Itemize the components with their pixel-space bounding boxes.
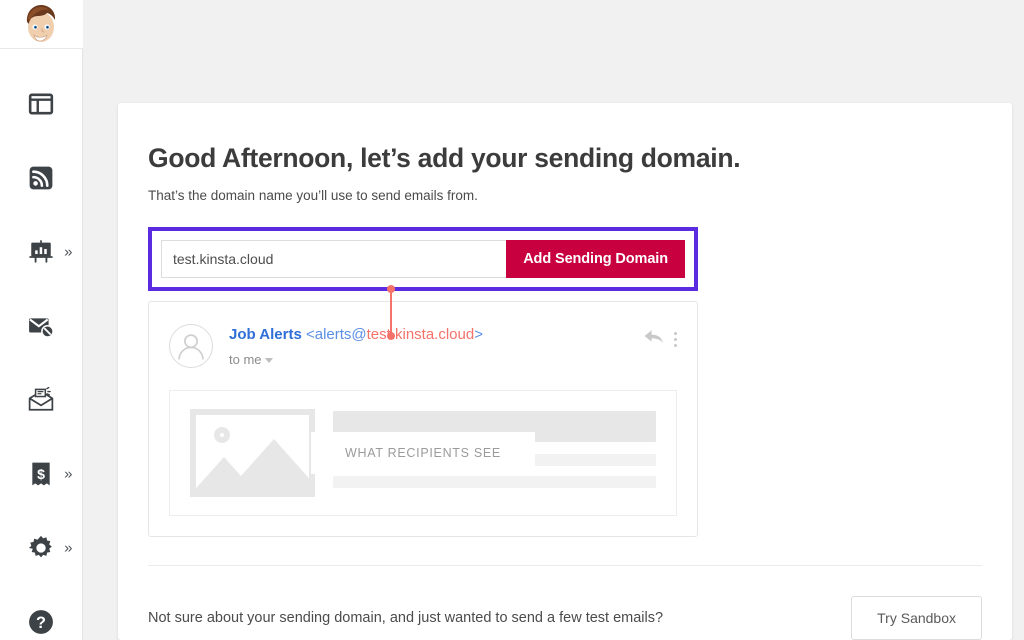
templates-icon — [28, 387, 54, 413]
sidebar-item-help[interactable]: ? — [0, 585, 83, 640]
dashboard-icon — [28, 91, 54, 117]
suppression-icon — [28, 313, 54, 339]
sidebar-item-templates[interactable] — [0, 363, 83, 437]
user-avatar-icon — [17, 0, 65, 48]
settings-icon — [28, 535, 54, 561]
chevron-down-icon — [265, 358, 273, 363]
email-preview-card: Job Alerts <alerts@test.kinsta.cloud> to… — [148, 301, 698, 537]
try-sandbox-button[interactable]: Try Sandbox — [851, 596, 982, 640]
broadcast-icon — [28, 165, 54, 191]
image-mountain-shape-large — [224, 439, 315, 495]
domain-input-row: Add Sending Domain — [161, 240, 685, 278]
email-from-close: > — [474, 326, 483, 343]
email-preview-header: Job Alerts <alerts@test.kinsta.cloud> to… — [169, 324, 677, 368]
sidebar-item-analytics[interactable]: » — [0, 215, 83, 289]
skeleton-line — [333, 476, 656, 488]
section-divider — [148, 565, 982, 566]
content-area: Good Afternoon, let’s add your sending d… — [83, 0, 1024, 640]
what-recipients-see-label: WHAT RECIPIENTS SEE — [311, 432, 535, 474]
sidebar-item-suppressions[interactable] — [0, 289, 83, 363]
sender-avatar-icon — [169, 324, 213, 368]
sidebar-chevron: » — [64, 467, 72, 482]
sidebar-nav: » — [0, 49, 83, 640]
sidebar-item-dashboard[interactable] — [0, 67, 83, 141]
page-subtitle: That’s the domain name you’ll use to sen… — [148, 188, 982, 203]
sidebar-item-billing[interactable]: $ » — [0, 437, 83, 511]
sidebar-chevron: » — [64, 541, 72, 556]
annotation-connector-line — [390, 289, 392, 336]
email-preview-meta: Job Alerts <alerts@test.kinsta.cloud> to… — [229, 324, 643, 367]
avatar[interactable] — [0, 0, 83, 49]
more-options-icon[interactable] — [674, 332, 677, 347]
help-icon: ? — [28, 609, 54, 635]
svg-text:?: ? — [36, 614, 46, 632]
email-actions — [643, 324, 677, 351]
email-from-open: <alerts@ — [306, 326, 367, 343]
sidebar: » — [0, 0, 83, 640]
svg-text:$: $ — [37, 466, 45, 482]
reply-icon[interactable] — [643, 328, 665, 351]
sandbox-description: Not sure about your sending domain, and … — [148, 607, 663, 629]
analytics-icon — [28, 239, 54, 265]
page-title: Good Afternoon, let’s add your sending d… — [148, 143, 982, 175]
onboarding-card: Good Afternoon, let’s add your sending d… — [118, 103, 1012, 640]
add-sending-domain-button[interactable]: Add Sending Domain — [506, 240, 685, 278]
billing-icon: $ — [28, 461, 54, 487]
image-placeholder-icon — [190, 409, 315, 497]
sidebar-chevron: » — [64, 245, 72, 260]
domain-input[interactable] — [161, 240, 506, 278]
email-to-line[interactable]: to me — [229, 352, 643, 367]
email-preview-body: WHAT RECIPIENTS SEE — [169, 390, 677, 516]
email-from-domain: test.kinsta.cloud — [367, 326, 475, 343]
sidebar-item-settings[interactable]: » — [0, 511, 83, 585]
highlight-annotation-box: Add Sending Domain — [148, 227, 698, 291]
email-to-label: to me — [229, 352, 262, 367]
email-from-line: Job Alerts <alerts@test.kinsta.cloud> — [229, 326, 643, 345]
sandbox-footer: Not sure about your sending domain, and … — [148, 596, 982, 640]
email-from-name: Job Alerts — [229, 326, 302, 343]
app-root: » — [0, 0, 1024, 640]
sidebar-item-broadcasts[interactable] — [0, 141, 83, 215]
